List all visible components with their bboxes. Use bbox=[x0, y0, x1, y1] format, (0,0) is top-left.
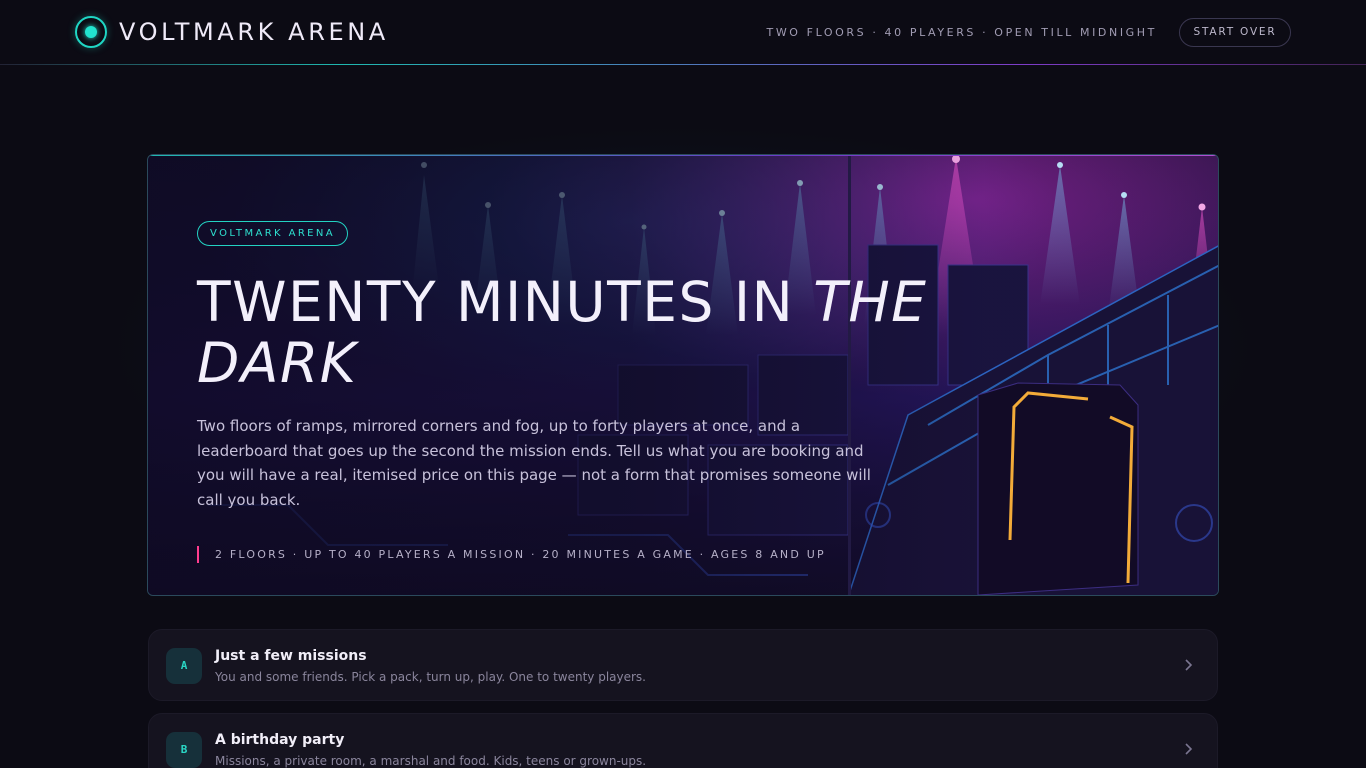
brand-name: VOLTMARK ARENA bbox=[119, 18, 389, 46]
option-subtitle: Missions, a private room, a marshal and … bbox=[215, 754, 647, 768]
hero-banner: VOLTMARK ARENA TWENTY MINUTES IN THE DAR… bbox=[147, 154, 1219, 596]
top-bar: VOLTMARK ARENA TWO FLOORS · 40 PLAYERS ·… bbox=[0, 0, 1366, 66]
option-letter-badge: A bbox=[166, 648, 202, 684]
brand[interactable]: VOLTMARK ARENA bbox=[75, 15, 389, 49]
radar-dot-icon bbox=[75, 16, 107, 48]
start-over-button[interactable]: START OVER bbox=[1179, 18, 1291, 47]
hero-description: Two floors of ramps, mirrored corners an… bbox=[197, 417, 871, 509]
hero-badge: VOLTMARK ARENA bbox=[197, 221, 349, 246]
chevron-right-icon bbox=[1185, 659, 1193, 671]
hero-title: TWENTY MINUTES IN THE DARK bbox=[197, 272, 957, 394]
option-birthday-party[interactable]: B A birthday party Missions, a private r… bbox=[148, 713, 1218, 768]
option-few-missions[interactable]: A Just a few missions You and some frien… bbox=[148, 629, 1218, 701]
hero-content: VOLTMARK ARENA TWENTY MINUTES IN THE DAR… bbox=[197, 221, 957, 563]
hero-top-accent bbox=[148, 155, 1218, 156]
option-title: A birthday party bbox=[215, 732, 345, 748]
hero-title-main: TWENTY MINUTES IN bbox=[197, 270, 814, 334]
header-meta: TWO FLOORS · 40 PLAYERS · OPEN TILL MIDN… bbox=[766, 26, 1157, 39]
option-title: Just a few missions bbox=[215, 648, 367, 664]
option-subtitle: You and some friends. Pick a pack, turn … bbox=[215, 670, 646, 684]
chevron-right-icon bbox=[1185, 743, 1193, 755]
hero-stats: 2 FLOORS · UP TO 40 PLAYERS A MISSION · … bbox=[197, 546, 957, 563]
option-letter-badge: B bbox=[166, 732, 202, 768]
header-divider bbox=[0, 64, 1366, 65]
